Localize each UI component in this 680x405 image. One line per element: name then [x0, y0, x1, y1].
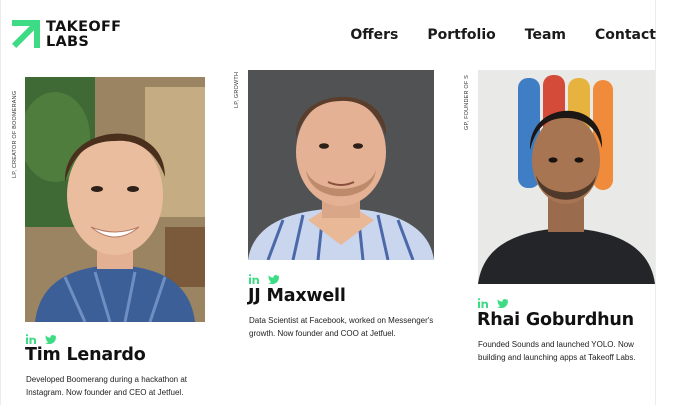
- takeoff-labs-logo[interactable]: TAKEOFF LABS: [12, 20, 121, 50]
- team-member-bio: Founded Sounds and launched YOLO. Now bu…: [478, 340, 636, 362]
- team-role-label: GP, FOUNDER OF S: [464, 74, 470, 130]
- team-role-label: LP, GROWTH: [234, 71, 240, 108]
- team-photo: [478, 70, 655, 284]
- nav-offers[interactable]: Offers: [350, 27, 398, 43]
- logo-wordmark: TAKEOFF LABS: [46, 20, 121, 50]
- team-role-label: LP, CREATOR OF BOOMERANG: [12, 90, 18, 178]
- logo-line-2: LABS: [46, 34, 90, 50]
- nav-portfolio[interactable]: Portfolio: [427, 27, 495, 43]
- main-nav: Offers Portfolio Team Contact: [350, 27, 656, 43]
- team-member-bio: Data Scientist at Facebook, worked on Me…: [249, 316, 434, 338]
- nav-contact[interactable]: Contact: [595, 27, 656, 43]
- team-photo: [25, 77, 205, 322]
- logo-arrow-icon: [12, 20, 40, 48]
- team-member-name: Rhai Goburdhun: [477, 310, 634, 330]
- team-member-bio: Developed Boomerang during a hackathon a…: [26, 375, 187, 397]
- team-member-name: JJ Maxwell: [248, 286, 346, 306]
- frame-border-left: [0, 0, 1, 405]
- logo-line-1: TAKEOFF: [46, 19, 122, 35]
- nav-team[interactable]: Team: [525, 27, 566, 43]
- team-photo: [248, 70, 434, 260]
- team-member-name: Tim Lenardo: [25, 345, 146, 365]
